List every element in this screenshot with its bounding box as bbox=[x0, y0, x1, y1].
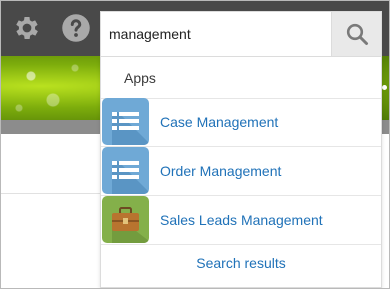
gear-icon[interactable] bbox=[12, 13, 42, 43]
app-result-label: Case Management bbox=[160, 114, 279, 130]
app-result-label: Sales Leads Management bbox=[160, 212, 323, 228]
search-suggestions-dropdown: Apps Case Management Order Management Sa… bbox=[100, 56, 382, 288]
dropdown-divider bbox=[101, 244, 381, 245]
carousel-dots[interactable] bbox=[382, 85, 387, 90]
search-bar bbox=[100, 11, 382, 57]
search-icon bbox=[346, 23, 368, 45]
search-input[interactable] bbox=[109, 12, 329, 56]
list-icon bbox=[102, 98, 149, 145]
app-result-case-management[interactable]: Case Management bbox=[101, 98, 381, 146]
list-icon bbox=[102, 147, 149, 194]
app-result-sales-leads-management[interactable]: Sales Leads Management bbox=[101, 196, 381, 244]
app-result-label: Order Management bbox=[160, 163, 282, 179]
help-icon[interactable] bbox=[61, 13, 91, 43]
carousel-dot[interactable] bbox=[382, 85, 387, 90]
briefcase-icon bbox=[102, 196, 149, 243]
search-results-link[interactable]: Search results bbox=[101, 255, 381, 271]
search-button[interactable] bbox=[331, 12, 381, 56]
app-window: Apps Case Management Order Management Sa… bbox=[0, 0, 390, 289]
apps-section-header: Apps bbox=[124, 70, 156, 86]
app-result-order-management[interactable]: Order Management bbox=[101, 147, 381, 195]
content-divider bbox=[1, 193, 101, 194]
